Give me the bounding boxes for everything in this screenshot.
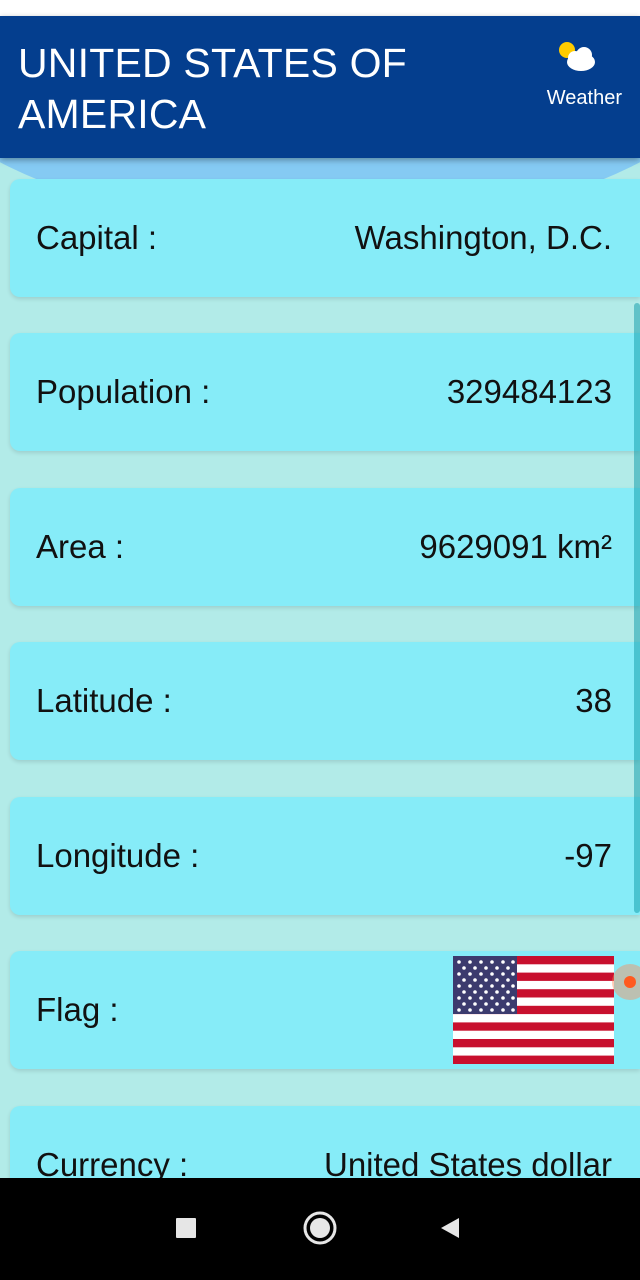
flag-card: Flag : — [10, 951, 640, 1069]
home-circle-icon[interactable] — [300, 1208, 340, 1248]
longitude-value: -97 — [564, 837, 612, 874]
capital-card: Capital : Washington, D.C. — [10, 179, 640, 297]
app-bar: UNITED STATES OF AMERICA Weather — [0, 16, 640, 158]
latitude-card: Latitude : 38 — [10, 642, 640, 760]
capital-value: Washington, D.C. — [354, 219, 612, 256]
scrollbar[interactable] — [634, 303, 640, 913]
us-flag-icon — [453, 956, 614, 1064]
currency-card: Currency : United States dollar — [10, 1106, 640, 1178]
weather-label: Weather — [546, 87, 622, 109]
area-card: Area : 9629091 km² — [10, 488, 640, 606]
weather-button[interactable]: Weather — [532, 38, 622, 118]
back-triangle-icon[interactable] — [430, 1208, 470, 1248]
latitude-label: Latitude : — [36, 682, 172, 719]
system-nav-bar — [0, 1178, 640, 1280]
population-card: Population : 329484123 — [10, 333, 640, 451]
population-value: 329484123 — [446, 373, 612, 410]
touch-indicator — [612, 964, 640, 1000]
touch-indicator-center — [624, 976, 636, 988]
longitude-card: Longitude : -97 — [10, 797, 640, 915]
partly-cloudy-icon — [559, 42, 595, 71]
currency-value: United States dollar — [324, 1146, 612, 1178]
status-bar — [0, 0, 640, 16]
recents-square-icon[interactable] — [166, 1208, 206, 1248]
country-details-list[interactable]: Capital : Washington, D.C. Population : … — [0, 158, 640, 1178]
population-label: Population : — [36, 373, 211, 410]
latitude-value: 38 — [575, 682, 612, 719]
country-title: UNITED STATES OF AMERICA — [18, 40, 407, 137]
currency-label: Currency : — [36, 1146, 189, 1178]
longitude-label: Longitude : — [36, 837, 200, 874]
flag-label: Flag : — [36, 991, 119, 1028]
area-value: 9629091 km² — [419, 528, 612, 565]
capital-label: Capital : — [36, 219, 158, 256]
area-label: Area : — [36, 528, 125, 565]
